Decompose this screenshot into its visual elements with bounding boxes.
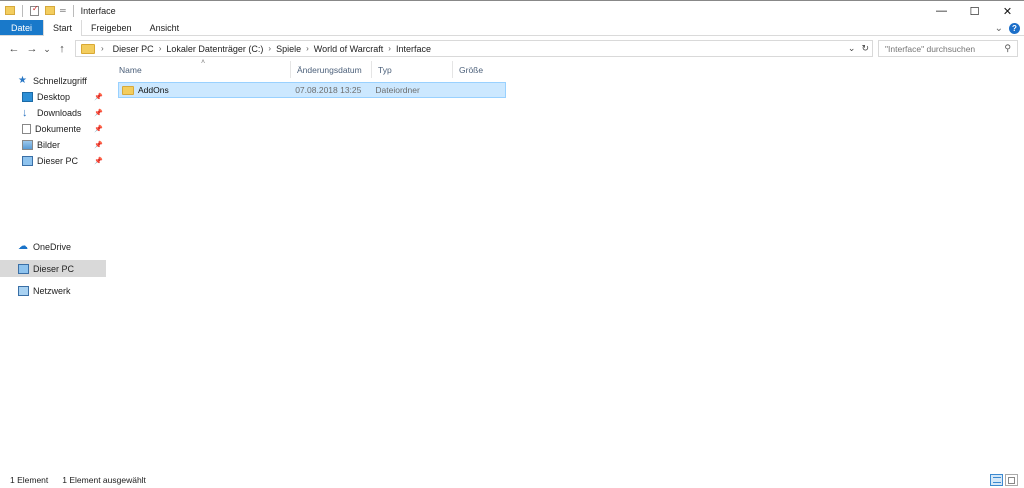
ribbon-right: ⌄ ? — [995, 20, 1020, 36]
pin-icon[interactable]: 📌 — [94, 93, 103, 101]
pin-icon[interactable]: 📌 — [94, 125, 103, 133]
sidebar-item-label: Downloads — [37, 107, 82, 118]
close-button[interactable]: ✕ — [991, 1, 1024, 21]
details-view-icon — [992, 477, 1001, 483]
large-icons-view-button[interactable] — [1005, 474, 1018, 486]
search-icon[interactable]: ⚲ — [1004, 43, 1011, 54]
chevron-down-icon[interactable]: ⌄ — [848, 43, 856, 54]
star-icon: ★ — [18, 74, 27, 86]
download-icon: ↓ — [22, 106, 28, 119]
tab-start[interactable]: Start — [43, 20, 83, 36]
search-input[interactable] — [885, 43, 1000, 54]
up-button[interactable]: ↑ — [53, 40, 71, 58]
sidebar-item-label: Netzwerk — [33, 285, 71, 296]
sidebar-item-label: OneDrive — [33, 241, 72, 252]
file-type: Dateiordner — [375, 85, 420, 95]
sidebar-item-pictures[interactable]: Bilder 📌 — [0, 136, 106, 153]
chevron-right-icon[interactable]: › — [306, 44, 309, 53]
details-view-button[interactable] — [990, 474, 1003, 486]
address-actions: ⌄ ↻ — [848, 41, 872, 56]
table-row[interactable]: AddOns 07.08.2018 13:25 Dateiordner — [118, 82, 506, 98]
pin-icon[interactable]: 📌 — [94, 141, 103, 149]
recent-locations-button[interactable]: ⌄ — [41, 40, 53, 58]
cloud-icon: ☁ — [18, 240, 28, 252]
large-icons-view-icon — [1008, 476, 1015, 484]
maximize-button[interactable]: ☐ — [958, 1, 991, 21]
sidebar-item-network[interactable]: Netzwerk — [0, 282, 106, 299]
sidebar-item-this-pc-quick[interactable]: Dieser PC 📌 — [0, 152, 106, 169]
sidebar-item-label: Bilder — [37, 139, 61, 150]
column-header-date[interactable]: Änderungsdatum — [291, 61, 372, 78]
search-box[interactable]: ⚲ — [878, 40, 1018, 57]
breadcrumb-item[interactable]: Interface — [396, 44, 431, 54]
sidebar-item-onedrive[interactable]: ☁ OneDrive — [0, 238, 106, 255]
tab-freigeben[interactable]: Freigeben — [82, 20, 141, 35]
back-button[interactable]: ← — [5, 40, 23, 58]
address-bar[interactable]: › Dieser PC › Lokaler Datenträger (C:) ›… — [75, 40, 873, 57]
column-headers: ˄ Name Änderungsdatum Typ Größe — [113, 59, 508, 78]
chevron-right-icon[interactable]: › — [101, 44, 104, 53]
pictures-icon — [22, 139, 33, 150]
pin-icon[interactable]: 📌 — [94, 109, 103, 117]
sort-ascending-icon: ˄ — [201, 59, 206, 66]
view-switcher — [990, 474, 1018, 486]
file-name-cell: AddOns — [119, 85, 290, 95]
sidebar-item-label: Dieser PC — [37, 155, 79, 166]
sidebar-item-desktop[interactable]: Desktop 📌 — [0, 88, 106, 105]
item-count: 1 Element — [10, 475, 49, 485]
column-header-size[interactable]: Größe — [453, 61, 508, 78]
chevron-right-icon[interactable]: › — [159, 44, 162, 53]
folder-icon — [122, 85, 134, 95]
ribbon-tabs: Datei Start Freigeben Ansicht ⌄ ? — [0, 20, 1024, 36]
forward-button[interactable]: → — [23, 40, 41, 58]
tab-ansicht[interactable]: Ansicht — [141, 20, 189, 35]
file-list: ˄ Name Änderungsdatum Typ Größe AddOns 0… — [113, 59, 508, 98]
sidebar-item-quick-access[interactable]: ★ Schnellzugriff — [0, 72, 106, 89]
window-controls: — ☐ ✕ — [925, 1, 1024, 21]
window-title: Interface — [80, 5, 116, 16]
column-header-type[interactable]: Typ — [372, 61, 453, 78]
new-folder-icon[interactable] — [45, 6, 55, 15]
chevron-right-icon[interactable]: › — [388, 44, 391, 53]
monitor-icon — [22, 155, 33, 166]
divider — [22, 4, 23, 17]
navigation-bar: ← → ⌄ ↑ › Dieser PC › Lokaler Datenträge… — [0, 38, 1024, 60]
quick-access-toolbar: ✓ ═ Interface — [0, 3, 116, 17]
properties-icon[interactable]: ✓ — [30, 3, 39, 16]
pin-icon[interactable]: 📌 — [94, 157, 103, 165]
monitor-icon — [18, 263, 29, 274]
sidebar-item-label: Dieser PC — [33, 263, 75, 274]
selection-count: 1 Element ausgewählt — [62, 475, 146, 485]
title-bar: ✓ ═ Interface — ☐ ✕ — [0, 0, 1024, 20]
breadcrumb-item[interactable]: World of Warcraft — [314, 44, 384, 54]
sidebar-item-documents[interactable]: Dokumente 📌 — [0, 120, 106, 137]
tab-datei[interactable]: Datei — [0, 20, 44, 35]
desktop-icon — [22, 91, 33, 102]
sidebar-item-downloads[interactable]: ↓ Downloads 📌 — [0, 104, 106, 121]
sidebar-item-label: Dokumente — [35, 123, 82, 134]
folder-icon — [5, 6, 15, 15]
document-icon — [22, 123, 31, 134]
checkmark-icon: ✓ — [32, 3, 39, 13]
chevron-right-icon[interactable]: › — [268, 44, 271, 53]
status-bar: 1 Element 1 Element ausgewählt — [0, 472, 1024, 488]
network-icon — [18, 285, 29, 296]
minimize-button[interactable]: — — [925, 1, 958, 21]
folder-icon — [81, 43, 95, 54]
sidebar-item-label: Schnellzugriff — [33, 75, 87, 86]
help-icon[interactable]: ? — [1009, 22, 1020, 34]
expand-ribbon-icon[interactable]: ⌄ — [995, 23, 1003, 34]
breadcrumb: Dieser PC › Lokaler Datenträger (C:) › S… — [113, 44, 431, 54]
breadcrumb-item[interactable]: Dieser PC — [113, 44, 154, 54]
divider — [72, 4, 74, 17]
breadcrumb-item[interactable]: Lokaler Datenträger (C:) — [166, 44, 263, 54]
breadcrumb-item[interactable]: Spiele — [276, 44, 301, 54]
sidebar-item-this-pc[interactable]: Dieser PC — [0, 260, 106, 277]
refresh-icon[interactable]: ↻ — [861, 43, 869, 54]
navigation-pane: ★ Schnellzugriff Desktop 📌 ↓ Downloads 📌… — [0, 63, 106, 471]
customize-toolbar-icon[interactable]: ═ — [60, 6, 66, 15]
file-date: 07.08.2018 13:25 — [295, 85, 362, 95]
sidebar-item-label: Desktop — [37, 91, 71, 102]
file-name: AddOns — [138, 85, 169, 95]
